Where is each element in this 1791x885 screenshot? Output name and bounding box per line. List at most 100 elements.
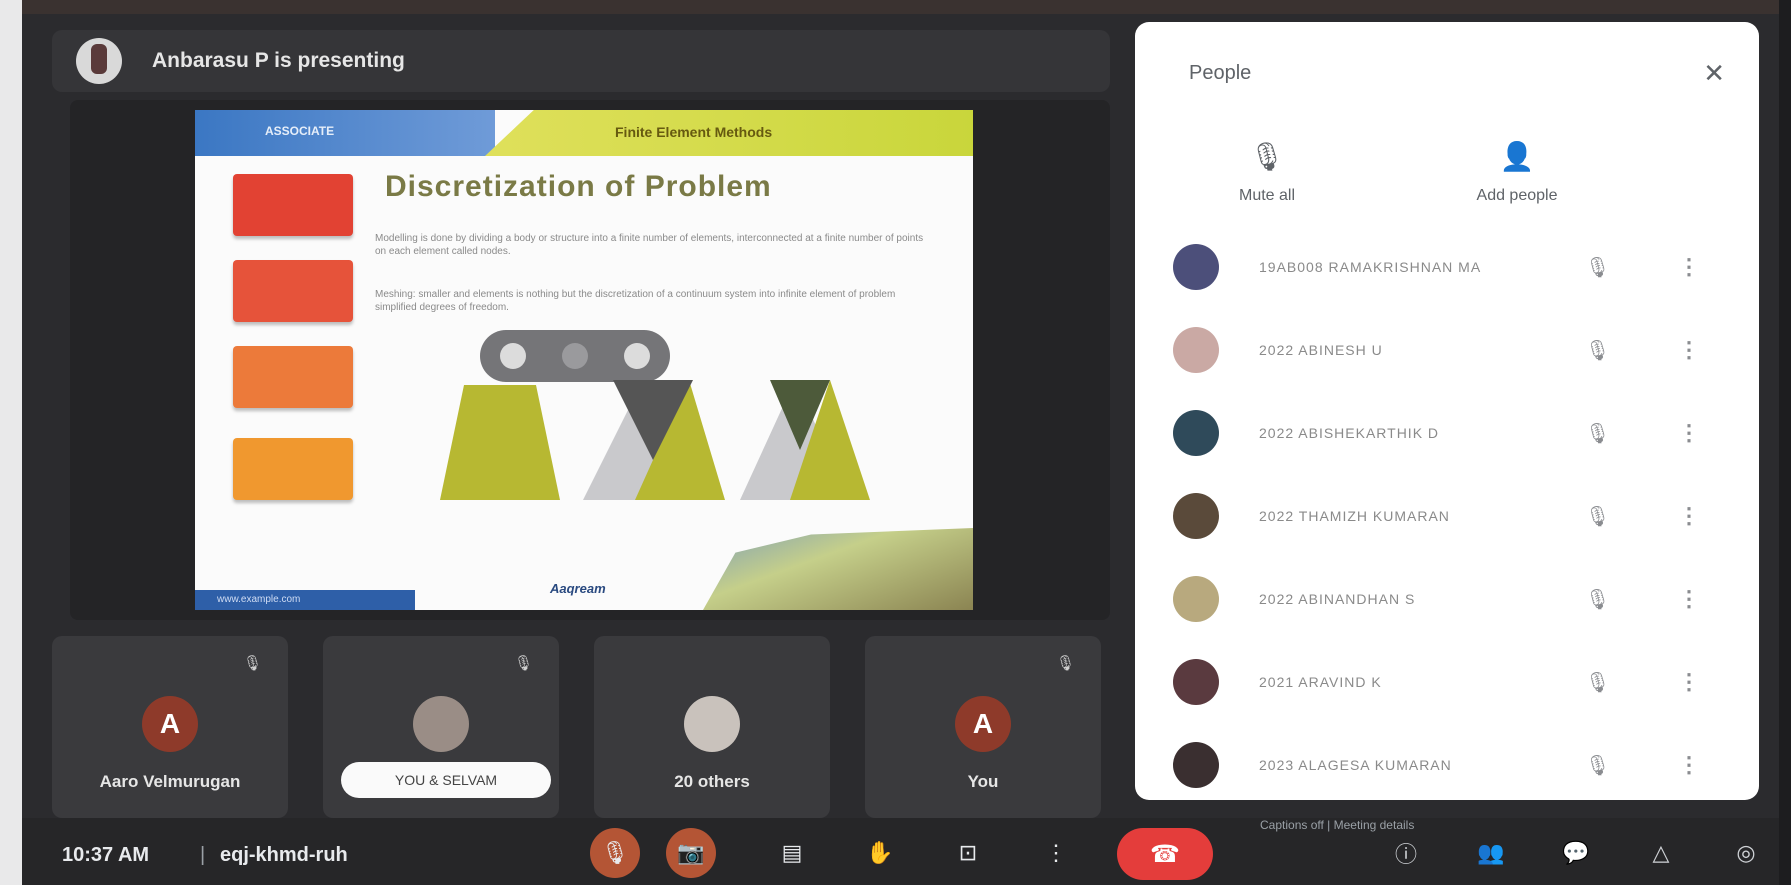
person-name: 2022 THAMIZH KUMARAN (1259, 508, 1450, 524)
presenter-text: Anbarasu P is presenting (152, 49, 405, 72)
activities-button[interactable]: △ (1640, 832, 1682, 874)
slide-toolbar-icon-1 (500, 343, 526, 369)
participant-name: You (967, 772, 999, 791)
avatar: A (955, 696, 1011, 752)
screen-bezel-left (0, 0, 22, 885)
add-people-label: Add people (1476, 187, 1558, 204)
person-name: 2022 ABISHEKARTHIK D (1259, 425, 1440, 441)
slide-footer: www.example.com (195, 590, 415, 610)
avatar (1173, 410, 1219, 456)
slide-block-1 (233, 174, 353, 236)
slide-header-right: Finite Element Methods (485, 110, 973, 156)
participant-name-chip: YOU & SELVAM (341, 762, 551, 798)
mic-off-icon[interactable]: 🎙 (1585, 753, 1610, 778)
mic-off-icon: 🎙 (1055, 655, 1075, 672)
list-item[interactable]: 2022 ABISHEKARTHIK D 🎙 ⋮ (1135, 403, 1759, 463)
captions-icon: ▤ (781, 840, 803, 865)
slide-toolbar-icon-3 (624, 343, 650, 369)
others-count: 20 others (674, 772, 750, 791)
slide-image-toolbar (480, 330, 670, 382)
list-item[interactable]: 2022 ABINESH U 🎙 ⋮ (1135, 320, 1759, 380)
bottom-control-bar: 10:37 AM | eqj-khmd-ruh 🎙 📷 ▤ ✋ ⊡ ⋮ ☎ Ca… (22, 818, 1779, 885)
mic-off-icon[interactable]: 🎙 (1585, 504, 1610, 529)
list-item[interactable]: 2023 ALAGESA KUMARAN 🎙 ⋮ (1135, 735, 1759, 795)
slide-shape-trapezoid (440, 385, 560, 500)
captions-button[interactable]: ▤ (767, 828, 817, 878)
list-item[interactable]: 19AB008 RAMAKRISHNAN MA 🎙 ⋮ (1135, 237, 1759, 297)
close-icon[interactable]: ✕ (1703, 58, 1725, 89)
participant-name: Aaro Velmurugan (99, 772, 241, 791)
participant-tile-self[interactable]: 🎙 A You (865, 636, 1101, 818)
more-options-icon[interactable]: ⋮ (1678, 503, 1700, 529)
avatar (1173, 659, 1219, 705)
avatar (1173, 493, 1219, 539)
mic-toggle-button[interactable]: 🎙 (590, 828, 640, 878)
person-name: 2021 ARAVIND K (1259, 674, 1382, 690)
host-controls-button[interactable]: ◎ (1725, 832, 1767, 874)
people-panel: People ✕ 🎙 Mute all 👤 Add people 19AB008… (1135, 22, 1759, 800)
more-options-icon[interactable]: ⋮ (1678, 752, 1700, 778)
lock-icon: ◎ (1736, 840, 1756, 865)
slide-bullet-1: Modelling is done by dividing a body or … (375, 233, 924, 257)
mic-off-icon[interactable]: 🎙 (1585, 255, 1610, 280)
add-people-button[interactable]: 👤 Add people (1437, 140, 1597, 205)
mic-off-icon: 🎙 (601, 840, 629, 865)
person-name: 2022 ABINANDHAN S (1259, 591, 1416, 607)
more-options-button[interactable]: ⋮ (1031, 828, 1081, 878)
mute-all-button[interactable]: 🎙 Mute all (1187, 140, 1347, 205)
more-options-icon[interactable]: ⋮ (1678, 420, 1700, 446)
slide-toolbar-icon-2 (562, 343, 588, 369)
mic-off-icon[interactable]: 🎙 (1585, 421, 1610, 446)
slide-logo: Aaqream (550, 581, 606, 596)
mic-off-icon: 🎙 (242, 655, 262, 672)
participant-tile-2[interactable]: 🎙 YOU & SELVAM (323, 636, 559, 818)
slide-header-left: ASSOCIATE (195, 110, 495, 156)
end-call-button[interactable]: ☎ (1117, 828, 1213, 880)
chat-button[interactable]: 💬 (1555, 832, 1597, 874)
mic-off-icon[interactable]: 🎙 (1585, 338, 1610, 363)
slide-campus-photo (703, 528, 973, 610)
more-options-icon[interactable]: ⋮ (1678, 586, 1700, 612)
list-item[interactable]: 2022 ABINANDHAN S 🎙 ⋮ (1135, 569, 1759, 629)
list-item[interactable]: 2022 THAMIZH KUMARAN 🎙 ⋮ (1135, 486, 1759, 546)
presenter-avatar (76, 38, 122, 84)
presenter-banner: Anbarasu P is presenting (52, 30, 1110, 92)
participant-tile-1[interactable]: 🎙 A Aaro Velmurugan (52, 636, 288, 818)
slide-title: Discretization of Problem (385, 170, 772, 203)
call-end-icon: ☎ (1150, 840, 1180, 868)
slide-bullet-2: Meshing: smaller and elements is nothing… (375, 289, 896, 313)
meeting-clock: 10:37 AM (62, 844, 150, 866)
slide-block-4 (233, 438, 353, 500)
controls-hint: Captions off | Meeting details (1260, 818, 1415, 832)
camera-toggle-button[interactable]: 📷 (666, 828, 716, 878)
more-options-icon[interactable]: ⋮ (1678, 337, 1700, 363)
raise-hand-button[interactable]: ✋ (855, 828, 905, 878)
slide-block-2 (233, 260, 353, 322)
slide-block-3 (233, 346, 353, 408)
chat-icon: 💬 (1562, 840, 1590, 865)
list-item[interactable]: 2021 ARAVIND K 🎙 ⋮ (1135, 652, 1759, 712)
mic-off-icon[interactable]: 🎙 (1585, 670, 1610, 695)
more-options-icon[interactable]: ⋮ (1678, 669, 1700, 695)
present-button[interactable]: ⊡ (943, 828, 993, 878)
meeting-details-button[interactable]: ⓘ (1385, 832, 1427, 874)
mic-off-icon: 🎙 (513, 655, 533, 672)
screen-bezel-top (0, 0, 1791, 14)
screen-bezel-right (1779, 0, 1791, 885)
camera-off-icon: 📷 (677, 840, 705, 865)
mic-off-icon[interactable]: 🎙 (1585, 587, 1610, 612)
present-icon: ⊡ (958, 840, 978, 865)
add-person-icon: 👤 (1499, 141, 1535, 172)
participant-tile-others[interactable]: 20 others (594, 636, 830, 818)
meeting-code: eqj-khmd-ruh (220, 844, 348, 866)
info-icon: ⓘ (1394, 842, 1417, 867)
person-name: 2022 ABINESH U (1259, 342, 1383, 358)
avatar (1173, 742, 1219, 788)
more-options-icon[interactable]: ⋮ (1678, 254, 1700, 280)
avatar (1173, 576, 1219, 622)
slide-header-left-text: ASSOCIATE (265, 124, 335, 138)
people-button[interactable]: 👥 (1470, 832, 1512, 874)
hand-icon: ✋ (866, 840, 894, 865)
activities-icon: △ (1652, 840, 1670, 865)
person-name: 19AB008 RAMAKRISHNAN MA (1259, 259, 1482, 275)
